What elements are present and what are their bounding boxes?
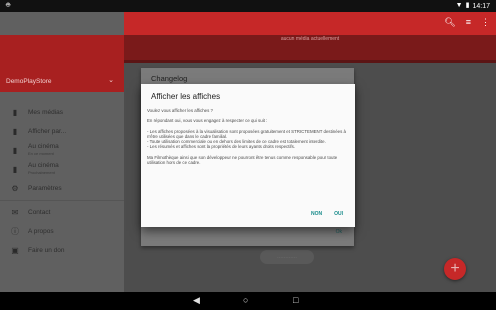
poster-consent-dialog: Afficher les affiches Voulez vous affich… (141, 84, 355, 227)
drawer-item-parametres[interactable]: ⚙︎ Paramètres (0, 179, 124, 198)
drawer-menu: ▮ Mes médias ▮ Afficher par... ▮ Au ciné… (0, 103, 124, 260)
drawer-item-label: Faire un don (28, 246, 65, 254)
dialog-body: Voulez vous afficher les affiches ? En r… (147, 108, 347, 170)
status-bar: 🤖︎ ▼ ▮ 14:17 (0, 0, 496, 12)
filter-icon[interactable]: ≡ (466, 17, 471, 28)
drawer-header: DemoPlayStore ⌄ (0, 35, 124, 92)
account-name[interactable]: DemoPlayStore (6, 78, 52, 85)
film-icon: ▮ (12, 165, 18, 174)
mail-icon: ✉︎ (11, 208, 19, 217)
content-header: aucun média actuellement (124, 35, 496, 63)
wifi-icon: ▼ (455, 2, 463, 9)
drawer-item-afficher-par[interactable]: ▮ Afficher par... (0, 122, 124, 141)
drawer-item-label: Mes médias (28, 108, 64, 116)
home-circle-icon[interactable]: ○ (243, 295, 248, 306)
film-icon: ▮ (12, 146, 18, 155)
drawer-item-contact[interactable]: ✉︎ Contact (0, 203, 124, 222)
changelog-title: Changelog (151, 74, 188, 83)
gift-icon: ▣ (11, 246, 19, 255)
drawer-item-faire-un-don[interactable]: ▣ Faire un don (0, 241, 124, 260)
no-button[interactable]: NON (311, 211, 322, 217)
drawer-item-mes-medias[interactable]: ▮ Mes médias (0, 103, 124, 122)
drawer-item-label: Contact (28, 208, 51, 216)
film-icon: ▮ (12, 108, 18, 117)
drawer-item-label: Paramètres (28, 184, 62, 192)
drawer-item-sublabel: En ce moment (28, 151, 54, 156)
status-time: 14:17 (472, 2, 490, 10)
chevron-down-icon[interactable]: ⌄ (108, 76, 114, 84)
drawer-item-label: Au cinéma En ce moment (28, 143, 59, 156)
add-button[interactable]: + (444, 258, 466, 280)
drawer-item-label: A propos (28, 227, 54, 235)
dialog-rule: - Les affiches proposées à la visualisat… (147, 128, 346, 139)
dialog-title: Afficher les affiches (151, 92, 221, 101)
app-window: aucun média actuellement ………… + ← 🔍︎ ≡ ⋮… (0, 12, 496, 292)
search-icon[interactable]: 🔍︎ (444, 17, 455, 28)
dialog-disclaimer: Ma Filmothèque ainsi que son développeur… (147, 154, 338, 166)
background-pill: ………… (260, 250, 314, 264)
android-debug-icon: 🤖︎ (6, 2, 11, 9)
yes-button[interactable]: OUI (334, 211, 343, 217)
drawer-item-label: Afficher par... (28, 127, 67, 135)
dialog-rule: - Les résumés et affiches sont la propri… (147, 144, 296, 150)
dialog-intro: En répondant oui, vous vous engagez à re… (147, 118, 268, 124)
drawer-item-au-cinema-prochainement[interactable]: ▮ Au cinéma Prochainement (0, 160, 124, 179)
navigation-drawer: DemoPlayStore ⌄ ▮ Mes médias ▮ Afficher … (0, 12, 124, 292)
more-vert-icon[interactable]: ⋮ (481, 17, 490, 28)
back-triangle-icon[interactable]: ◀ (193, 295, 200, 306)
navigation-bar: ◀ ○ □ (0, 292, 496, 310)
film-icon: ▮ (12, 127, 18, 136)
drawer-item-label: Au cinéma Prochainement (28, 162, 59, 175)
info-icon: ⓘ (11, 227, 19, 236)
drawer-item-sublabel: Prochainement (28, 170, 55, 175)
empty-notice: aucun média actuellement (280, 36, 340, 42)
plus-icon: + (450, 260, 460, 277)
recents-square-icon[interactable]: □ (293, 295, 298, 306)
dialog-question: Voulez vous afficher les affiches ? (147, 108, 213, 113)
changelog-ok-button[interactable]: Ok (336, 229, 342, 235)
status-icons: ▼ ▮ 14:17 (456, 2, 490, 10)
battery-icon: ▮ (465, 2, 470, 9)
gear-icon: ⚙︎ (11, 184, 19, 193)
drawer-divider (0, 200, 124, 201)
drawer-item-au-cinema-en-ce-moment[interactable]: ▮ Au cinéma En ce moment (0, 141, 124, 160)
drawer-item-a-propos[interactable]: ⓘ A propos (0, 222, 124, 241)
